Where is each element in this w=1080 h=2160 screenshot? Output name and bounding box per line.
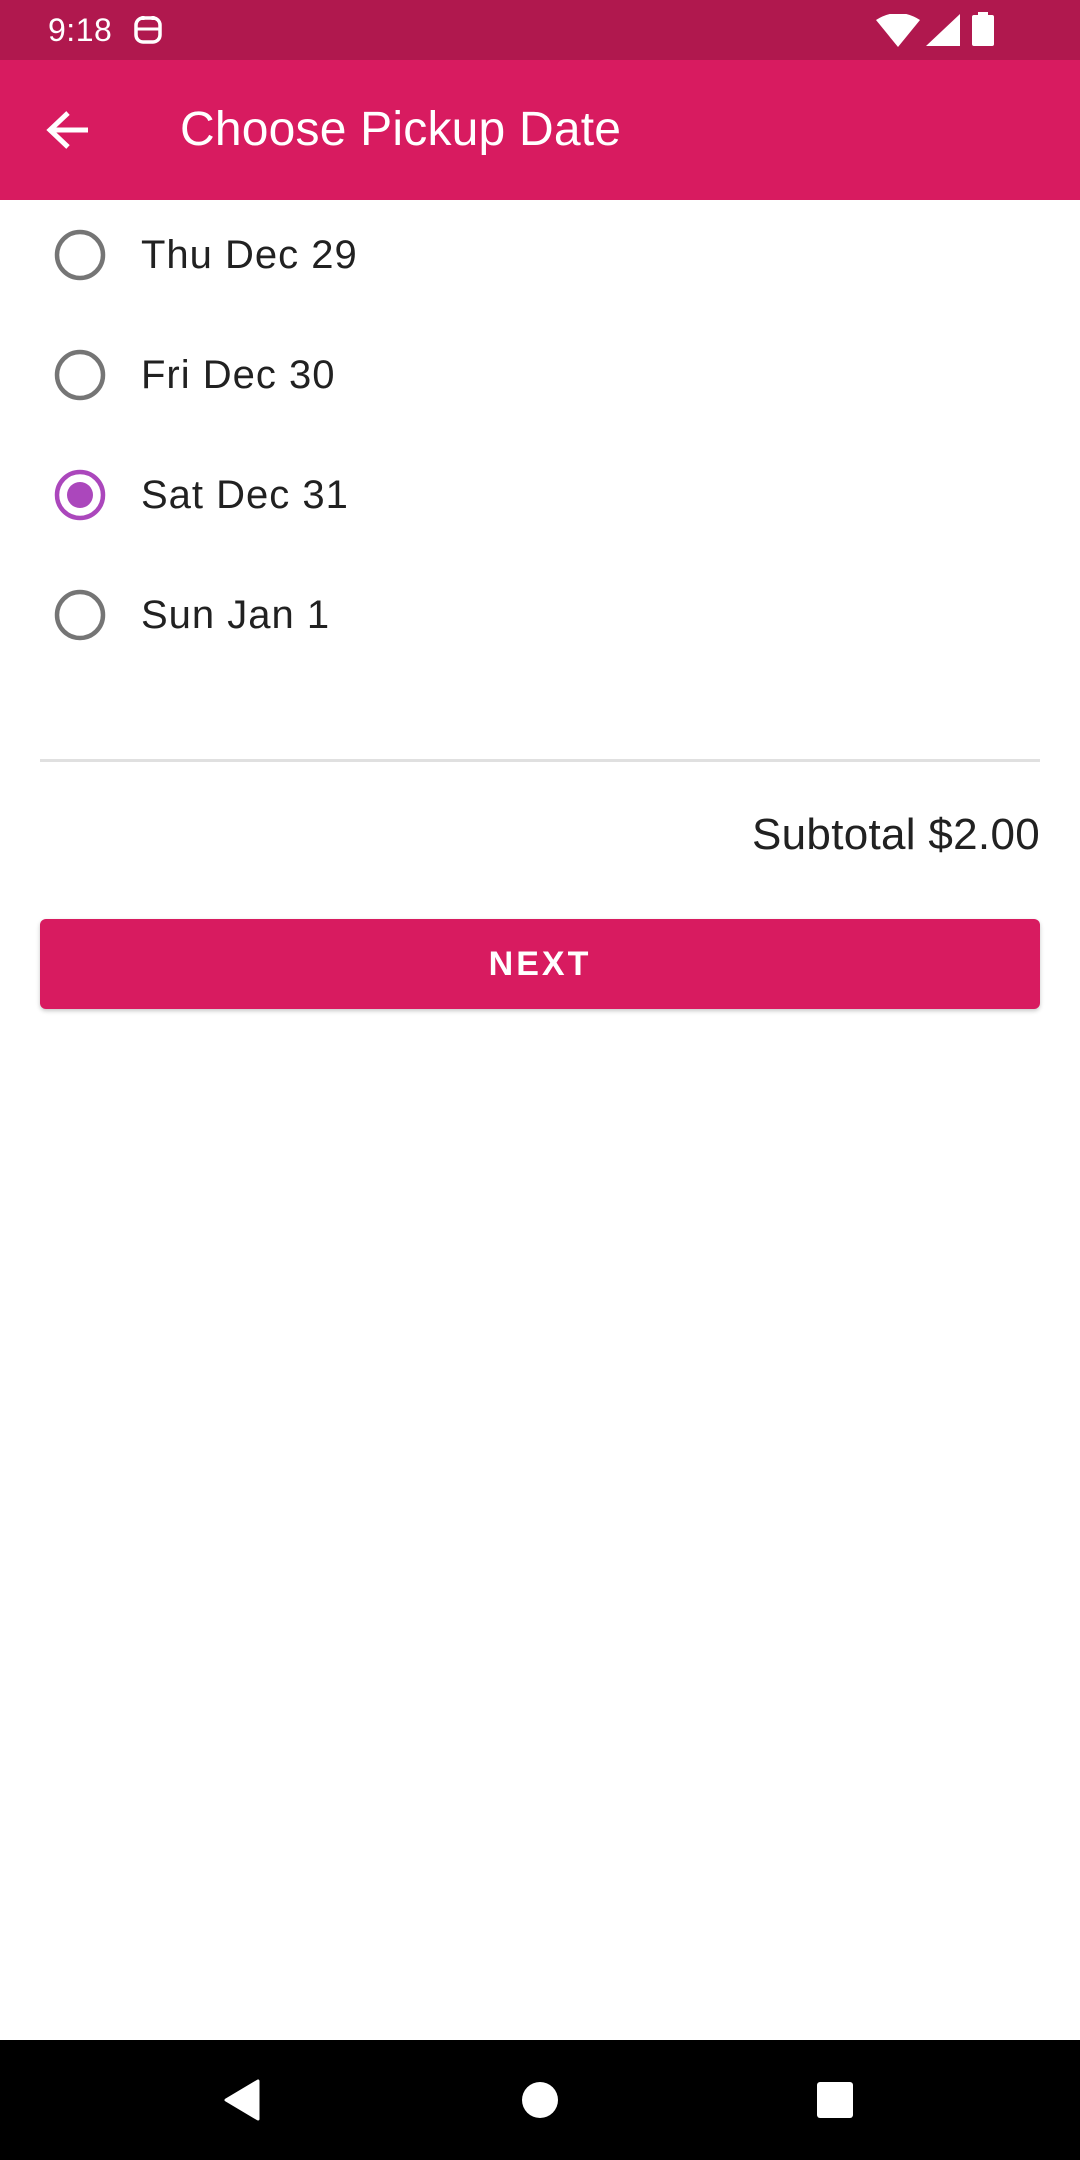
battery-icon	[972, 12, 994, 46]
home-circle-icon	[522, 2082, 558, 2118]
radio-checked-icon[interactable]	[54, 469, 106, 521]
status-icons	[876, 0, 1080, 60]
radio-option-label: Sun Jan 1	[141, 593, 331, 637]
radio-option-thu-dec-29[interactable]: Thu Dec 29	[40, 200, 1040, 310]
back-button[interactable]	[24, 94, 112, 166]
status-bar: 9:18	[0, 0, 1080, 60]
radio-option-sat-dec-31[interactable]: Sat Dec 31	[40, 440, 1040, 550]
radio-option-label: Fri Dec 30	[141, 353, 336, 397]
wifi-icon	[876, 14, 920, 47]
radio-option-label: Sat Dec 31	[141, 473, 349, 517]
system-nav-bar	[0, 2040, 1080, 2160]
nav-back-button[interactable]	[202, 2060, 282, 2140]
radio-unchecked-icon[interactable]	[54, 349, 106, 401]
radio-unchecked-icon[interactable]	[54, 229, 106, 281]
radio-option-sun-jan-1[interactable]: Sun Jan 1	[40, 560, 1040, 670]
radio-option-fri-dec-30[interactable]: Fri Dec 30	[40, 320, 1040, 430]
notification-app-icon	[133, 14, 163, 46]
nav-recents-button[interactable]	[795, 2060, 875, 2140]
subtotal-text: Subtotal $2.00	[752, 810, 1040, 859]
app-bar: Choose Pickup Date	[0, 60, 1080, 200]
recents-square-icon	[817, 2082, 853, 2118]
divider	[40, 759, 1040, 762]
arrow-back-icon	[46, 111, 88, 149]
signal-icon	[926, 14, 960, 46]
nav-home-button[interactable]	[500, 2060, 580, 2140]
next-button[interactable]: NEXT	[40, 919, 1040, 1009]
back-triangle-icon	[224, 2079, 260, 2121]
status-time: 9:18	[48, 12, 113, 48]
page-title: Choose Pickup Date	[180, 103, 622, 156]
radio-option-label: Thu Dec 29	[141, 233, 358, 277]
radio-unchecked-icon[interactable]	[54, 589, 106, 641]
